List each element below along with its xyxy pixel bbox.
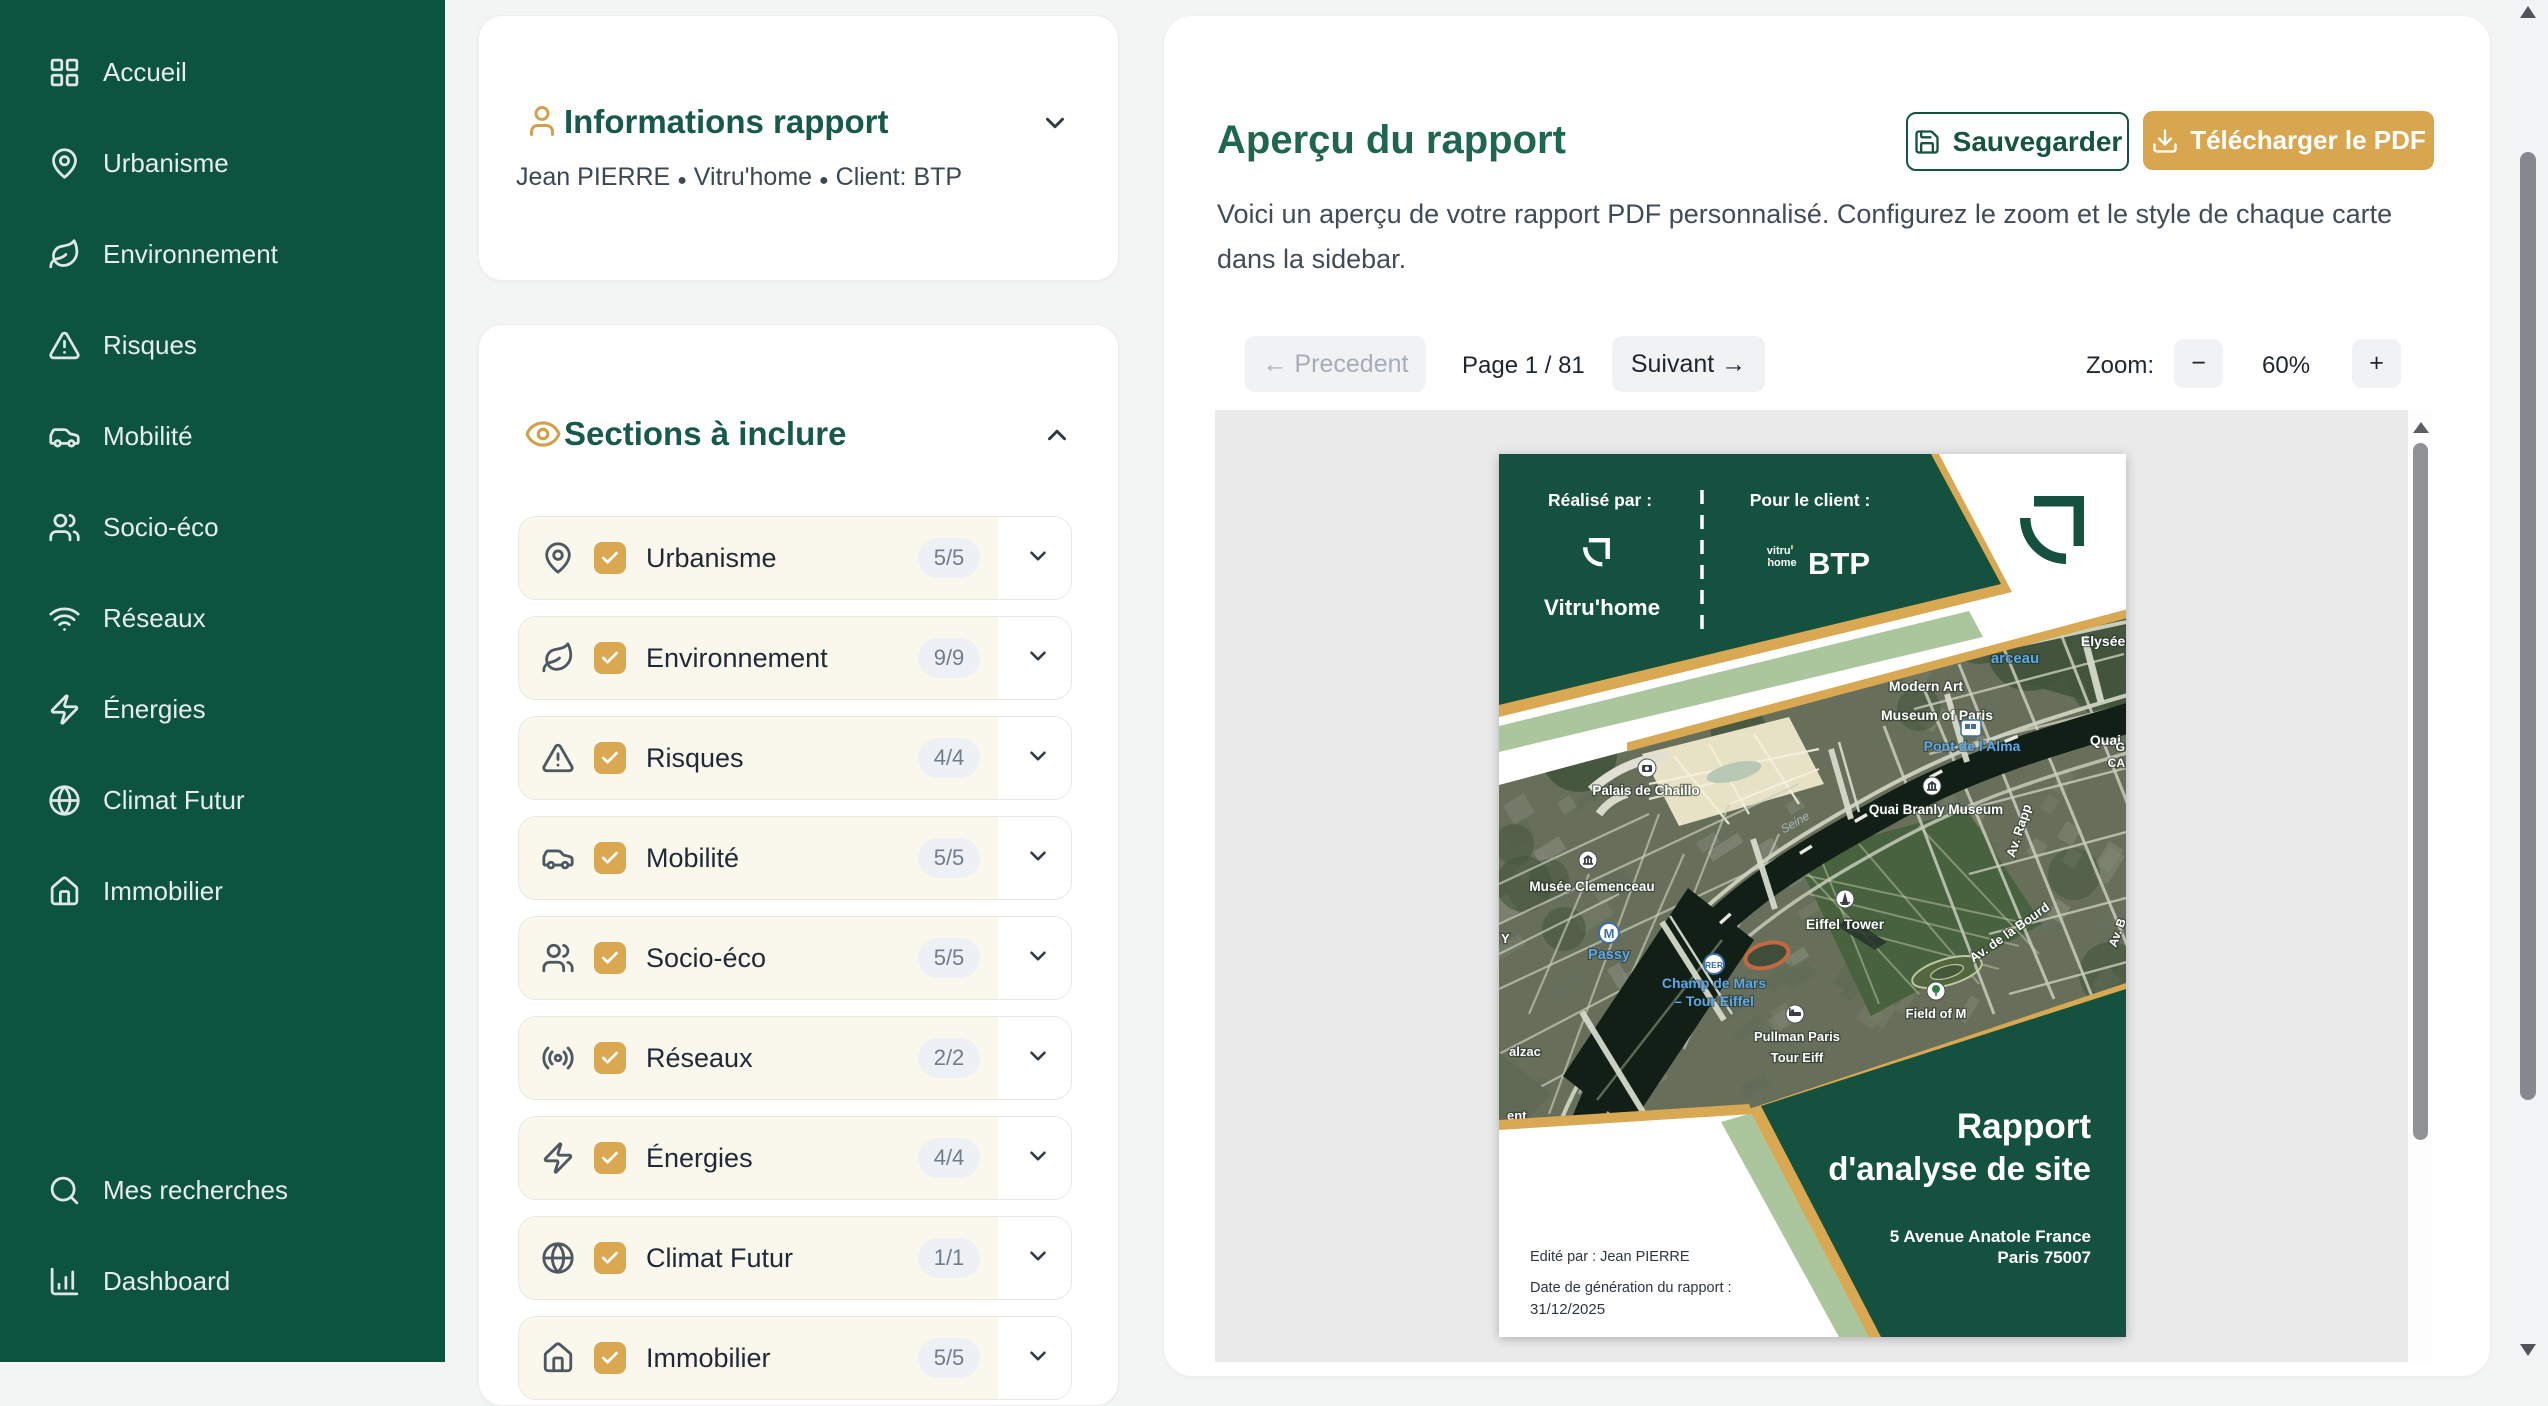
svg-text:Pont de l'Alma: Pont de l'Alma xyxy=(1924,738,2021,754)
svg-text:Modern Art: Modern Art xyxy=(1889,678,1963,694)
svg-text:home: home xyxy=(1767,557,1796,569)
svg-text:Eiffel Tower: Eiffel Tower xyxy=(1806,916,1885,932)
svg-text:CA: CA xyxy=(2108,756,2126,770)
svg-text:Y: Y xyxy=(1501,931,1510,946)
svg-text:Palais de Chaillo: Palais de Chaillo xyxy=(1592,783,1699,798)
svg-text:Passy: Passy xyxy=(1588,947,1630,963)
svg-text:31/12/2025: 31/12/2025 xyxy=(1530,1301,1605,1318)
svg-text:Rapport: Rapport xyxy=(1957,1107,2092,1146)
svg-text:Tour Eiff: Tour Eiff xyxy=(1771,1050,1824,1065)
svg-text:Musée Clemenceau: Musée Clemenceau xyxy=(1529,879,1654,894)
svg-text:M: M xyxy=(1604,926,1615,941)
svg-text:BTP: BTP xyxy=(1808,546,1870,581)
svg-text:Pour le client :: Pour le client : xyxy=(1750,490,1871,510)
svg-text:Field of M: Field of M xyxy=(1906,1006,1967,1021)
svg-text:Elysées: Elysées xyxy=(2081,633,2126,649)
svg-text:G: G xyxy=(2116,740,2125,754)
svg-text:Paris 75007: Paris 75007 xyxy=(1997,1248,2091,1267)
svg-text:Quai Branly Museum: Quai Branly Museum xyxy=(1869,802,2003,817)
svg-text:d'analyse de site: d'analyse de site xyxy=(1828,1150,2091,1187)
svg-text:Date de génération du rapport: Date de génération du rapport : xyxy=(1530,1280,1732,1296)
svg-text:RER: RER xyxy=(1705,960,1723,970)
svg-text:5 Avenue Anatole France: 5 Avenue Anatole France xyxy=(1890,1227,2091,1246)
svg-text:vitru': vitru' xyxy=(1767,545,1794,557)
svg-text:Edité par : Jean PIERRE: Edité par : Jean PIERRE xyxy=(1530,1249,1690,1265)
svg-text:Pullman Paris: Pullman Paris xyxy=(1754,1029,1840,1044)
svg-text:Vitru'home: Vitru'home xyxy=(1544,595,1660,620)
svg-text:Réalisé par :: Réalisé par : xyxy=(1548,490,1652,510)
svg-text:Champ de Mars: Champ de Mars xyxy=(1662,975,1766,991)
svg-text:– Tour Eiffel: – Tour Eiffel xyxy=(1674,993,1754,1009)
svg-text:alzac: alzac xyxy=(1509,1044,1541,1059)
